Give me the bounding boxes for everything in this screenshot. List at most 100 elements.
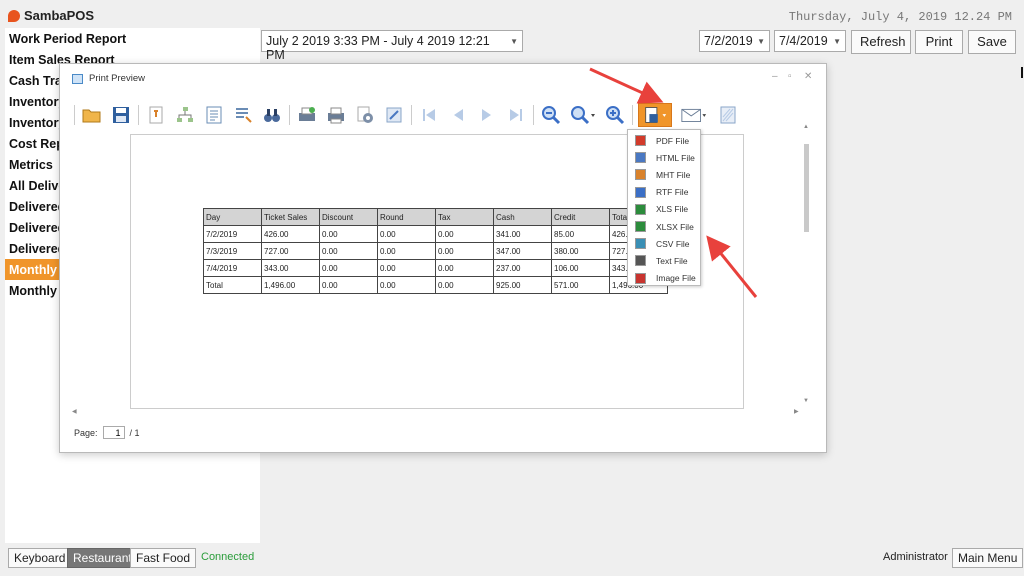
save-button[interactable]: Save bbox=[968, 30, 1016, 54]
table-header-row: Day Ticket Sales Discount Round Tax Cash Credi… bbox=[203, 208, 668, 226]
export-menu-item[interactable]: Text File bbox=[628, 252, 700, 269]
table-cell: 0.00 bbox=[377, 242, 436, 260]
table-cell: 571.00 bbox=[551, 276, 610, 294]
department-fastfood-button[interactable]: Fast Food bbox=[130, 548, 197, 568]
scroll-down-icon[interactable]: ▼ bbox=[803, 398, 809, 404]
first-page-icon[interactable] bbox=[417, 103, 441, 127]
export-document-button[interactable] bbox=[638, 103, 672, 127]
page-navigator: Page: / 1 bbox=[74, 426, 140, 439]
table-cell: Round bbox=[377, 208, 436, 226]
app-brand: SambaPOS bbox=[8, 8, 94, 23]
table-cell: 426.00 bbox=[261, 225, 320, 243]
table-cell: 0.00 bbox=[377, 225, 436, 243]
zoom-dropdown-icon[interactable] bbox=[568, 103, 598, 127]
end-date-picker[interactable]: 7/4/2019 ▼ bbox=[774, 30, 846, 52]
table-cell: 85.00 bbox=[551, 225, 610, 243]
dialog-title: Print Preview bbox=[89, 73, 145, 84]
export-menu-item[interactable]: HTML File bbox=[628, 149, 700, 166]
previous-page-icon[interactable] bbox=[446, 103, 470, 127]
xlsx-file-icon bbox=[635, 221, 646, 233]
report-table: Day Ticket Sales Discount Round Tax Cash Credi… bbox=[203, 208, 668, 294]
export-menu-item[interactable]: Image File bbox=[628, 270, 700, 287]
table-cell: 0.00 bbox=[319, 276, 378, 294]
table-cell: Tax bbox=[435, 208, 494, 226]
refresh-button[interactable]: Refresh bbox=[851, 30, 911, 54]
export-menu-item-label: XLS File bbox=[656, 204, 689, 215]
start-date-picker[interactable]: 7/2/2019 ▼ bbox=[699, 30, 770, 52]
last-page-icon[interactable] bbox=[504, 103, 528, 127]
table-cell: 347.00 bbox=[493, 242, 552, 260]
close-icon[interactable]: ✕ bbox=[804, 71, 812, 82]
export-menu-item-label: RTF File bbox=[656, 187, 689, 198]
export-menu-item[interactable]: RTF File bbox=[628, 184, 700, 201]
export-menu-item-label: XLSX File bbox=[656, 221, 694, 232]
scroll-thumb[interactable] bbox=[804, 144, 809, 232]
sidebar-item-work-period-report[interactable]: Work Period Report bbox=[5, 28, 260, 49]
print-button[interactable]: Print bbox=[915, 30, 963, 54]
quick-print-icon[interactable] bbox=[295, 103, 319, 127]
export-menu-item-label: Text File bbox=[656, 255, 688, 266]
table-cell: Credit bbox=[551, 208, 610, 226]
page-label: Page: bbox=[74, 427, 98, 438]
table-cell: 925.00 bbox=[493, 276, 552, 294]
vertical-scrollbar[interactable]: ▲ ▼ bbox=[802, 124, 810, 406]
table-cell: 237.00 bbox=[493, 259, 552, 277]
maximize-icon[interactable]: ▫ bbox=[788, 71, 792, 82]
zoom-out-icon[interactable] bbox=[539, 103, 563, 127]
table-cell: 0.00 bbox=[319, 225, 378, 243]
table-row: 7/2/2019 426.00 0.00 0.00 0.00 341.00 85.00 426… bbox=[203, 225, 668, 243]
page-number-input[interactable] bbox=[102, 426, 125, 439]
current-user: Administrator bbox=[883, 551, 948, 563]
text-file-icon bbox=[635, 255, 646, 267]
page-setup-icon[interactable] bbox=[202, 103, 226, 127]
zoom-in-icon[interactable] bbox=[603, 103, 627, 127]
save-disk-icon[interactable] bbox=[109, 103, 133, 127]
chevron-down-icon: ▼ bbox=[833, 37, 841, 46]
text-cursor-icon bbox=[1021, 67, 1023, 78]
toolbar-separator bbox=[74, 105, 75, 125]
export-menu-item[interactable]: XLS File bbox=[628, 201, 700, 218]
table-cell: 0.00 bbox=[435, 276, 494, 294]
page-settings-gear-icon[interactable] bbox=[353, 103, 377, 127]
send-email-icon[interactable] bbox=[677, 103, 711, 127]
keyboard-button[interactable]: Keyboard bbox=[8, 548, 72, 568]
scroll-left-icon[interactable]: ◀ bbox=[72, 408, 77, 415]
export-menu-item[interactable]: CSV File bbox=[628, 235, 700, 252]
export-menu-item[interactable]: PDF File bbox=[628, 132, 700, 149]
print-preview-dialog: Print Preview – ▫ ✕ Day Ticket Sales Disco… bbox=[59, 63, 827, 453]
main-menu-button[interactable]: Main Menu bbox=[952, 548, 1024, 568]
document-map-icon[interactable] bbox=[173, 103, 197, 127]
connection-status: Connected bbox=[201, 551, 255, 563]
table-cell: 380.00 bbox=[551, 242, 610, 260]
toolbar-separator bbox=[138, 105, 139, 125]
date-range-select[interactable]: July 2 2019 3:33 PM - July 4 2019 12:21 … bbox=[261, 30, 523, 62]
department-restaurant-button[interactable]: Restaurant bbox=[67, 548, 138, 568]
table-cell: 7/3/2019 bbox=[203, 242, 262, 260]
preview-toolbar bbox=[74, 102, 745, 128]
table-cell: 727.00 bbox=[261, 242, 320, 260]
scale-icon[interactable] bbox=[382, 103, 406, 127]
export-menu-item[interactable]: XLSX File bbox=[628, 218, 700, 235]
sambapos-logo-icon bbox=[8, 9, 20, 22]
scroll-right-icon[interactable]: ▶ bbox=[794, 408, 799, 415]
print-icon[interactable] bbox=[324, 103, 348, 127]
dialog-titlebar: Print Preview bbox=[72, 73, 145, 84]
rtf-file-icon bbox=[635, 186, 646, 198]
table-row: 7/4/2019 343.00 0.00 0.00 0.00 237.00 106.00 34… bbox=[203, 259, 668, 277]
parameters-icon[interactable] bbox=[144, 103, 168, 127]
horizontal-scrollbar[interactable]: ◀ ▶ bbox=[72, 408, 802, 416]
scroll-up-icon[interactable]: ▲ bbox=[803, 124, 809, 130]
page-total: / 1 bbox=[129, 427, 140, 438]
table-cell: 0.00 bbox=[435, 259, 494, 277]
table-cell: 0.00 bbox=[319, 259, 378, 277]
table-cell: 7/4/2019 bbox=[203, 259, 262, 277]
export-menu-item[interactable]: MHT File bbox=[628, 166, 700, 183]
mht-file-icon bbox=[635, 169, 646, 181]
table-row: Total1,496.000.000.000.00925.00571.001,4… bbox=[203, 276, 668, 294]
open-folder-icon[interactable] bbox=[80, 103, 104, 127]
next-page-icon[interactable] bbox=[475, 103, 499, 127]
find-binoculars-icon[interactable] bbox=[260, 103, 284, 127]
highlight-editing-icon[interactable] bbox=[231, 103, 255, 127]
minimize-icon[interactable]: – bbox=[772, 71, 778, 82]
watermark-icon[interactable] bbox=[716, 103, 740, 127]
